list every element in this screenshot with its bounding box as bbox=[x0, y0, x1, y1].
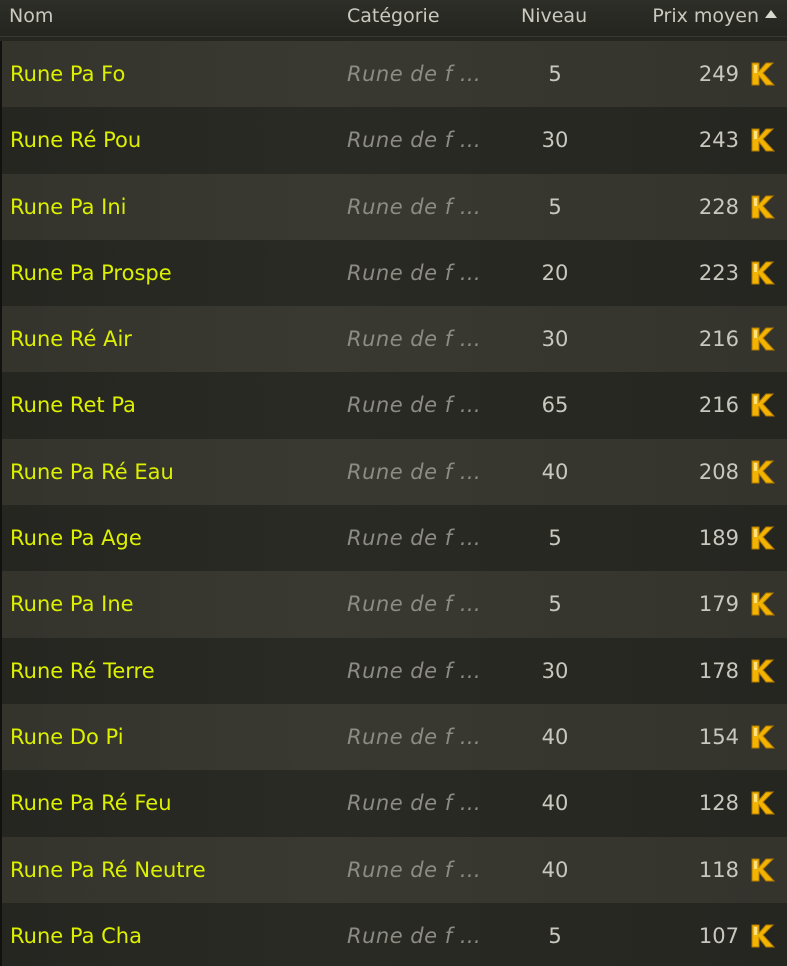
item-category: Rune de f … bbox=[347, 327, 482, 352]
table-row[interactable]: Rune Ré Air Rune de f … 30 216 bbox=[0, 306, 787, 373]
table-header: Nom Catégorie Niveau Prix moyen bbox=[0, 0, 787, 37]
item-price: 128 bbox=[698, 791, 739, 816]
column-header-prix-label: Prix moyen bbox=[652, 5, 759, 27]
item-level: 40 bbox=[541, 791, 569, 816]
table-row[interactable]: Rune Pa Ini Rune de f … 5 228 bbox=[0, 173, 787, 240]
item-level: 40 bbox=[541, 459, 569, 484]
kama-icon bbox=[749, 260, 776, 286]
table-row[interactable]: Rune Pa Prospe Rune de f … 20 223 bbox=[0, 239, 787, 307]
item-price: 223 bbox=[698, 260, 739, 285]
item-price: 118 bbox=[698, 857, 739, 882]
item-category: Rune de f … bbox=[347, 724, 482, 749]
kama-icon bbox=[749, 127, 776, 153]
item-category: Rune de f … bbox=[347, 923, 482, 948]
item-level: 40 bbox=[541, 724, 569, 749]
table-row[interactable]: Rune Pa Ine Rune de f … 5 179 bbox=[0, 571, 787, 638]
item-price: 178 bbox=[698, 658, 739, 683]
item-level: 30 bbox=[541, 658, 569, 683]
column-header-categorie[interactable]: Catégorie bbox=[347, 5, 440, 27]
item-price: 243 bbox=[698, 128, 739, 153]
item-category: Rune de f … bbox=[347, 857, 482, 882]
item-name[interactable]: Rune Pa Prospe bbox=[10, 240, 172, 306]
item-level: 5 bbox=[548, 526, 562, 551]
item-name[interactable]: Rune Pa Ré Neutre bbox=[10, 837, 206, 903]
item-name[interactable]: Rune Pa Ré Feu bbox=[10, 770, 172, 836]
kama-icon bbox=[749, 857, 776, 883]
table-row[interactable]: Rune Pa Ré Eau Rune de f … 40 208 bbox=[0, 438, 787, 506]
item-price: 216 bbox=[698, 393, 739, 418]
kama-icon bbox=[749, 525, 776, 551]
table-row[interactable]: Rune Do Pi Rune de f … 40 154 bbox=[0, 703, 787, 771]
item-price: 208 bbox=[698, 459, 739, 484]
item-level: 5 bbox=[548, 592, 562, 617]
item-category: Rune de f … bbox=[347, 194, 482, 219]
item-name[interactable]: Rune Pa Ré Eau bbox=[10, 439, 174, 505]
kama-icon bbox=[749, 392, 776, 418]
item-name[interactable]: Rune Pa Fo bbox=[10, 41, 125, 107]
column-header-nom[interactable]: Nom bbox=[9, 5, 53, 27]
item-category: Rune de f … bbox=[347, 526, 482, 551]
column-header-niveau[interactable]: Niveau bbox=[521, 5, 587, 27]
table-row[interactable]: Rune Ré Pou Rune de f … 30 243 bbox=[0, 107, 787, 174]
item-name[interactable]: Rune Ré Terre bbox=[10, 638, 155, 704]
item-name[interactable]: Rune Ré Air bbox=[10, 306, 132, 372]
item-price: 216 bbox=[698, 327, 739, 352]
kama-icon bbox=[749, 724, 776, 750]
item-category: Rune de f … bbox=[347, 459, 482, 484]
item-price: 154 bbox=[698, 724, 739, 749]
table-row[interactable]: Rune Pa Fo Rune de f … 5 249 bbox=[0, 41, 787, 108]
item-category: Rune de f … bbox=[347, 592, 482, 617]
table-row[interactable]: Rune Pa Ré Neutre Rune de f … 40 118 bbox=[0, 836, 787, 903]
item-name[interactable]: Rune Pa Age bbox=[10, 505, 142, 571]
kama-icon bbox=[749, 790, 776, 816]
item-level: 40 bbox=[541, 857, 569, 882]
table-row[interactable]: Rune Ré Terre Rune de f … 30 178 bbox=[0, 637, 787, 704]
item-name[interactable]: Rune Do Pi bbox=[10, 704, 124, 770]
item-category: Rune de f … bbox=[347, 791, 482, 816]
item-category: Rune de f … bbox=[347, 658, 482, 683]
table-row[interactable]: Rune Ret Pa Rune de f … 65 216 bbox=[0, 372, 787, 439]
item-category: Rune de f … bbox=[347, 128, 482, 153]
kama-icon bbox=[749, 658, 776, 684]
item-level: 5 bbox=[548, 194, 562, 219]
item-price: 179 bbox=[698, 592, 739, 617]
item-name[interactable]: Rune Ret Pa bbox=[10, 372, 136, 438]
item-price: 189 bbox=[698, 526, 739, 551]
table-body: Rune Pa Fo Rune de f … 5 249 Rune Ré Pou Rune… bbox=[0, 41, 787, 966]
item-category: Rune de f … bbox=[347, 260, 482, 285]
kama-icon bbox=[749, 459, 776, 485]
kama-icon bbox=[749, 194, 776, 220]
item-level: 65 bbox=[541, 393, 569, 418]
item-name[interactable]: Rune Ré Pou bbox=[10, 107, 141, 173]
kama-icon bbox=[749, 61, 776, 87]
item-name[interactable]: Rune Pa Ini bbox=[10, 174, 126, 240]
sort-ascending-icon[interactable] bbox=[765, 10, 777, 18]
table-row[interactable]: Rune Pa Cha Rune de f … 5 107 bbox=[0, 902, 787, 966]
item-name[interactable]: Rune Pa Ine bbox=[10, 571, 134, 637]
kama-icon bbox=[749, 326, 776, 352]
item-level: 5 bbox=[548, 923, 562, 948]
kama-icon bbox=[749, 923, 776, 949]
item-category: Rune de f … bbox=[347, 62, 482, 86]
item-level: 30 bbox=[541, 128, 569, 153]
table-row[interactable]: Rune Pa Age Rune de f … 5 189 bbox=[0, 505, 787, 572]
item-level: 5 bbox=[548, 62, 562, 86]
item-level: 30 bbox=[541, 327, 569, 352]
item-level: 20 bbox=[541, 260, 569, 285]
table-row[interactable]: Rune Pa Ré Feu Rune de f … 40 128 bbox=[0, 770, 787, 837]
column-header-prix[interactable]: Prix moyen bbox=[652, 5, 777, 27]
item-category: Rune de f … bbox=[347, 393, 482, 418]
item-price: 228 bbox=[698, 194, 739, 219]
item-price: 107 bbox=[698, 923, 739, 948]
item-price: 249 bbox=[698, 62, 739, 86]
market-price-table: Nom Catégorie Niveau Prix moyen Rune Pa … bbox=[0, 0, 787, 966]
kama-icon bbox=[749, 591, 776, 617]
item-name[interactable]: Rune Pa Cha bbox=[10, 903, 142, 966]
